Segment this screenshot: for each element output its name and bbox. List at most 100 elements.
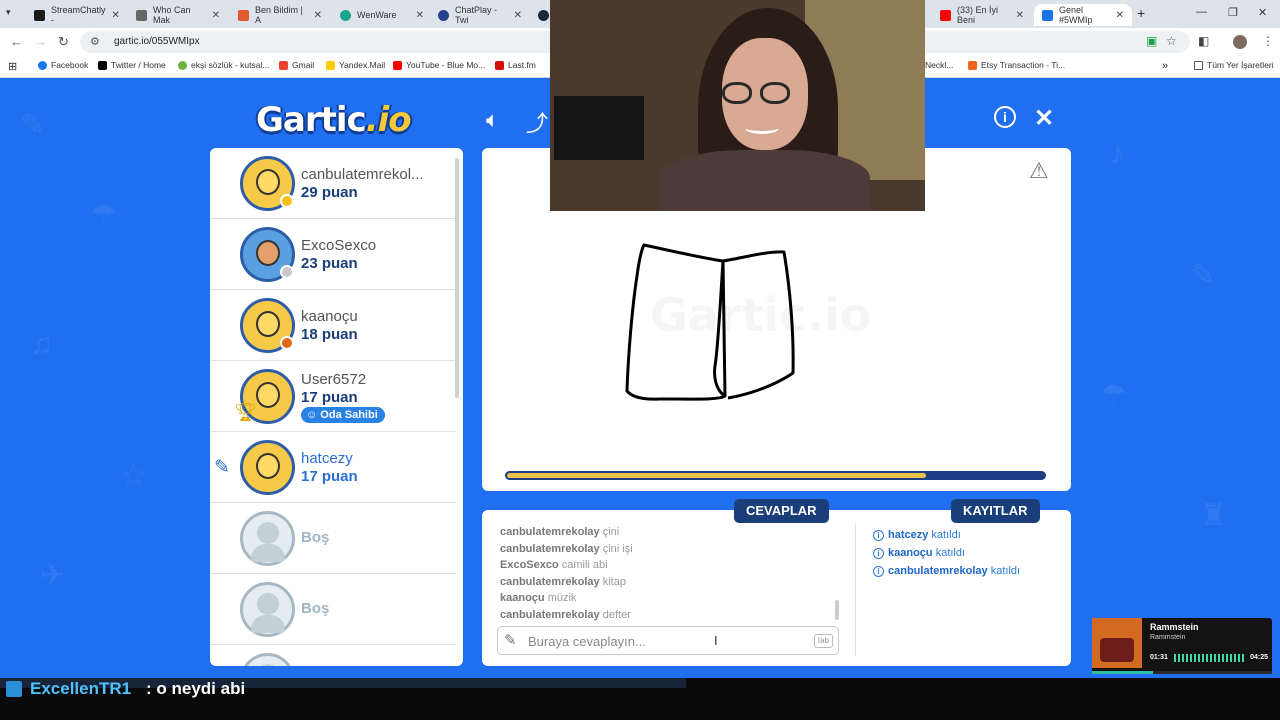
tab-streamchatly[interactable]: StreamChatly - ✕ bbox=[26, 4, 126, 26]
guess-item: canbulatemrekolay kitap bbox=[500, 574, 840, 591]
bookmark-label: Etsy Transaction - Ti... bbox=[981, 60, 1066, 70]
player-row[interactable]: canbulatemrekol... 29 puan bbox=[210, 148, 456, 219]
avatar-face-icon bbox=[256, 453, 280, 479]
sound-icon[interactable]: 🔈︎ bbox=[486, 107, 499, 133]
answers-tab-title[interactable]: CEVAPLAR bbox=[734, 499, 829, 523]
bookmark-label: Yandex.Mail bbox=[339, 60, 386, 70]
pencil-icon: ✎ bbox=[504, 632, 517, 649]
tab-search-chevron-icon[interactable]: ▾ bbox=[6, 7, 11, 18]
bookmark-label: YouTube - Blue Mo... bbox=[406, 60, 486, 70]
tab-title: Who Can Mak bbox=[153, 5, 191, 25]
gartic-logo[interactable]: Gartic.io bbox=[256, 100, 412, 140]
window-close-icon[interactable]: ✕ bbox=[1258, 6, 1267, 19]
guess-text: kitap bbox=[602, 575, 626, 588]
extensions-icon[interactable]: ◧ bbox=[1198, 34, 1209, 48]
apps-grid-icon[interactable]: ⊞ bbox=[8, 60, 17, 73]
cast-icon[interactable]: ▣ bbox=[1146, 34, 1157, 48]
bookmark-necklace[interactable]: Neckl... bbox=[925, 60, 953, 70]
tab-chatplay[interactable]: ChatPlay - Twi ✕ bbox=[430, 4, 530, 26]
close-icon[interactable]: ✕ bbox=[314, 10, 322, 21]
log-text: katıldı bbox=[931, 529, 961, 541]
close-icon[interactable]: ✕ bbox=[212, 10, 220, 21]
tab-youtube[interactable]: (33) En İyi Beni ✕ bbox=[932, 4, 1032, 26]
forward-arrow-icon[interactable]: → bbox=[34, 34, 47, 49]
panel-divider bbox=[855, 524, 856, 656]
answer-field[interactable]: ✎ tab bbox=[497, 626, 839, 655]
avatar bbox=[240, 156, 295, 211]
minimize-icon[interactable]: — bbox=[1196, 6, 1207, 18]
tab-who-can-make[interactable]: Who Can Mak ✕ bbox=[128, 4, 228, 26]
bookmark-facebook[interactable]: Facebook bbox=[38, 60, 88, 70]
player-row[interactable]: ExcoSexco 23 puan bbox=[210, 219, 456, 290]
bookmark-youtube[interactable]: YouTube - Blue Mo... bbox=[393, 60, 485, 70]
tab-gartic-active[interactable]: Genel #5WMIp ✕ bbox=[1034, 4, 1132, 26]
log-item: i hatcezy katıldı bbox=[873, 526, 1020, 544]
tab-wenware[interactable]: WenWare ✕ bbox=[332, 4, 432, 26]
share-icon[interactable]: ⤴ bbox=[526, 106, 548, 138]
chat-message: : o neydi abi bbox=[146, 679, 246, 698]
logs-tab-title[interactable]: KAYITLAR bbox=[951, 499, 1040, 523]
exit-close-icon[interactable]: ✕ bbox=[1034, 104, 1054, 133]
site-info-icon[interactable]: ⚙ bbox=[90, 35, 100, 48]
bookmark-lastfm[interactable]: Last.fm bbox=[495, 60, 536, 70]
guesses-scrollbar[interactable] bbox=[835, 600, 839, 620]
guess-user: canbulatemrekolay bbox=[500, 526, 600, 538]
streamer-smile bbox=[745, 122, 779, 134]
round-timer-fill bbox=[507, 473, 926, 478]
ben-bildim-favicon-icon bbox=[238, 9, 249, 21]
doodle-pattern-icon: ✈ bbox=[40, 559, 66, 592]
answers-logs-panel: canbulatemrekolay çini canbulatemrekolay… bbox=[482, 510, 1071, 666]
steam-favicon-icon bbox=[538, 9, 549, 21]
bookmark-etsy[interactable]: Etsy Transaction - Ti... bbox=[968, 60, 1065, 70]
doodle-pattern-icon: ☂ bbox=[1100, 379, 1127, 412]
reload-icon[interactable]: ↻ bbox=[58, 34, 69, 50]
player-row[interactable]: 🏆︎ User6572 17 puan ☺ Oda Sahibi bbox=[210, 361, 456, 432]
track-progress bbox=[1092, 671, 1272, 674]
yandex-mail-icon bbox=[326, 60, 335, 70]
close-icon[interactable]: ✕ bbox=[112, 10, 120, 21]
maximize-icon[interactable]: ❐ bbox=[1228, 6, 1238, 19]
gartic-favicon-icon bbox=[1042, 9, 1053, 21]
player-row[interactable]: kaanoçu 18 puan bbox=[210, 290, 456, 361]
close-icon[interactable]: ✕ bbox=[514, 10, 522, 21]
player-points: 17 puan bbox=[301, 468, 358, 485]
tab-steam[interactable] bbox=[530, 4, 550, 26]
profile-avatar[interactable] bbox=[1233, 35, 1247, 49]
close-icon[interactable]: ✕ bbox=[1016, 10, 1024, 21]
report-warning-icon[interactable]: ⚠ bbox=[1029, 158, 1049, 184]
url-text[interactable]: gartic.io/055WMIpx bbox=[114, 36, 200, 47]
info-icon[interactable]: i bbox=[994, 106, 1016, 128]
player-points: 23 puan bbox=[301, 255, 358, 272]
now-playing-widget: Rammstein Rammstein 01:31 04:25 bbox=[1092, 618, 1272, 674]
log-item: i kaanoçu katıldı bbox=[873, 544, 1020, 562]
round-timer-bar bbox=[505, 471, 1046, 480]
bookmark-eksi[interactable]: ekşi sözlük - kutsal... bbox=[178, 60, 269, 70]
user-silhouette-body bbox=[251, 615, 285, 633]
avatar-face-icon bbox=[256, 311, 280, 337]
avatar bbox=[240, 298, 295, 353]
bookmark-label: Facebook bbox=[51, 60, 89, 70]
globe-favicon-icon bbox=[136, 9, 147, 21]
menu-dots-icon[interactable]: ⋮ bbox=[1262, 34, 1274, 48]
bookmark-twitter[interactable]: Twitter / Home bbox=[98, 60, 166, 70]
wenware-favicon-icon bbox=[340, 9, 351, 21]
guesses-list: canbulatemrekolay çini canbulatemrekolay… bbox=[500, 524, 840, 624]
answer-input[interactable] bbox=[528, 632, 798, 650]
more-bookmarks-chevron-icon[interactable]: » bbox=[1162, 60, 1168, 72]
new-tab-plus-icon[interactable]: + bbox=[1137, 5, 1145, 21]
track-progress-fill bbox=[1092, 671, 1154, 674]
all-bookmarks-folder[interactable]: Tüm Yer İşaretleri bbox=[1194, 60, 1274, 70]
bookmark-gmail[interactable]: Gmail bbox=[279, 60, 314, 70]
bookmark-yandex[interactable]: Yandex.Mail bbox=[326, 60, 385, 70]
avatar-face-icon bbox=[256, 382, 280, 408]
gmail-icon bbox=[279, 60, 288, 70]
tab-ben-bildim[interactable]: Ben Bildim | A ✕ bbox=[230, 4, 330, 26]
bookmark-star-icon[interactable]: ☆ bbox=[1166, 34, 1177, 48]
chatplay-favicon-icon bbox=[438, 9, 449, 21]
player-row[interactable]: ✎ hatcezy 17 puan bbox=[210, 432, 456, 503]
close-icon[interactable]: ✕ bbox=[1116, 10, 1124, 21]
streamer-shirt bbox=[660, 150, 870, 211]
back-arrow-icon[interactable]: ← bbox=[10, 34, 23, 49]
close-icon[interactable]: ✕ bbox=[416, 10, 424, 21]
players-scrollbar[interactable] bbox=[455, 158, 459, 398]
